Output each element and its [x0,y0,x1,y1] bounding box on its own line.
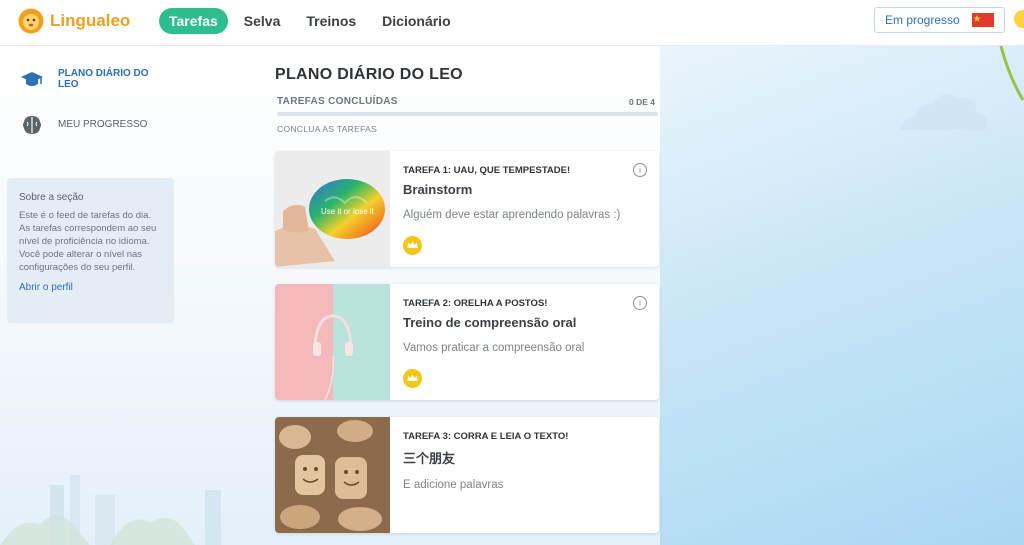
info-icon[interactable]: i [633,296,647,310]
task-card-body: TAREFA 2: ORELHA A POSTOS! Treino de com… [403,298,645,354]
coin-icon[interactable] [1014,10,1024,28]
task-description: Alguém deve estar aprendendo palavras :) [403,209,621,221]
sidebar-item-label: MEU PROGRESSO [58,119,148,130]
task-title: Brainstorm [403,182,473,197]
nav-treinos[interactable]: Treinos [306,8,356,34]
task-title: 三个朋友 [403,451,456,466]
task-card-body: TAREFA 1: UAU, QUE TEMPESTADE! Brainstor… [403,165,645,221]
task-tag: TAREFA 3: CORRA E LEIA O TEXTO! [403,431,569,442]
task-card-2[interactable]: TAREFA 2: ORELHA A POSTOS! Treino de com… [275,284,659,400]
task-title: Treino de compreensão oral [403,315,577,330]
tasks-progress-bar [277,112,658,116]
task-image-wooden-faces [275,417,390,533]
task-tag: TAREFA 2: ORELHA A POSTOS! [403,298,548,309]
nav-dicionario[interactable]: Dicionário [382,8,450,34]
task-card-1[interactable]: Use it or lose it TAREFA 1: UAU, QUE TEM… [275,151,659,267]
city-palm-decoration [0,475,221,545]
sidebar-item-my-progress[interactable]: MEU PROGRESSO [20,113,147,137]
sidebar-item-daily-plan[interactable]: PLANO DIÁRIO DO LEO [20,68,153,92]
info-icon[interactable]: i [633,163,647,177]
task-image-headphones [275,284,390,400]
brain-icon [23,116,41,134]
graduation-cap-icon [21,72,43,86]
tasks-done-label: TAREFAS CONCLUÍDAS [277,96,398,107]
open-profile-link[interactable]: Abrir o perfil [19,282,162,293]
logo[interactable]: Lingualeo [18,8,130,34]
crown-icon [403,369,422,388]
china-flag-icon [972,13,994,27]
task-description: E adicione palavras [403,479,504,491]
about-text: Este é o feed de tarefas do dia. As tare… [19,210,157,273]
main-nav: Tarefas Selva Treinos Dicionário [159,8,477,34]
page-title: PLANO DIÁRIO DO LEO [275,66,463,83]
logo-text: Lingualeo [50,11,131,30]
task-description: Vamos praticar a compreensão oral [403,342,585,354]
progress-language-button[interactable]: Em progresso [874,7,1005,33]
about-title: Sobre a seção [19,192,84,203]
cloud-decoration [900,94,988,130]
task-image-brain: Use it or lose it [275,151,390,267]
tasks-done-count: 0 DE 4 [629,97,655,107]
lion-logo-icon [18,8,44,34]
top-header: Lingualeo Tarefas Selva Treinos Dicionár… [0,0,1024,46]
task-card-3[interactable]: TAREFA 3: CORRA E LEIA O TEXTO! 三个朋友 E a… [275,417,659,533]
tasks-hint: CONCLUA AS TAREFAS [277,124,378,134]
task-tag: TAREFA 1: UAU, QUE TEMPESTADE! [403,165,571,176]
nav-selva[interactable]: Selva [244,8,281,34]
task-card-body: TAREFA 3: CORRA E LEIA O TEXTO! 三个朋友 E a… [403,431,645,491]
crown-icon [403,236,422,255]
progress-button-label: Em progresso [885,13,960,27]
nav-tarefas[interactable]: Tarefas [159,8,228,34]
about-section-box: Sobre a seção Este é o feed de tarefas d… [7,178,174,323]
brain-image-text: Use it or lose it [321,207,375,216]
sidebar-item-label: PLANO DIÁRIO DO LEO [58,68,149,90]
